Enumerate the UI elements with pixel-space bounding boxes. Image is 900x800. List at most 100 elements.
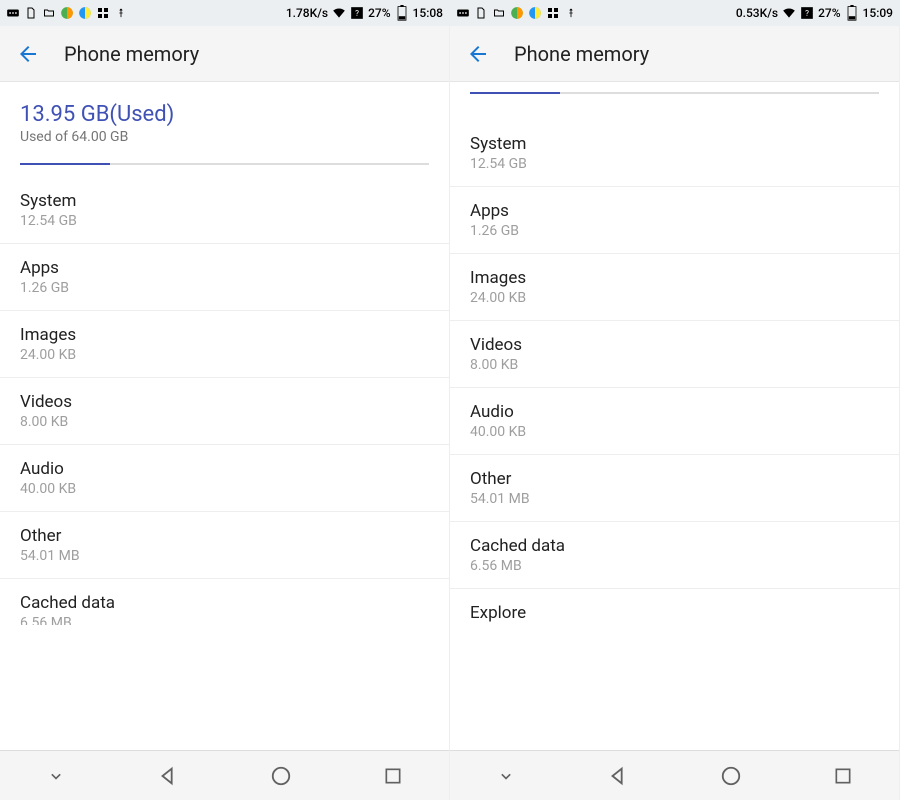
folder-icon: [42, 6, 56, 20]
grid-icon: [546, 6, 560, 20]
phone-right: 0.53K/s ? 27% 15:09 Phone memory: [450, 0, 900, 800]
nav-home-button[interactable]: [717, 762, 745, 790]
list-item-other[interactable]: Other 54.01 MB: [0, 511, 449, 578]
battery-icon: [395, 6, 409, 20]
category-list: System 12.54 GB Apps 1.26 GB Images 24.0…: [0, 177, 449, 639]
usage-bar-fill: [20, 163, 110, 165]
list-item-label: Videos: [20, 392, 429, 412]
list-item-value: 54.01 MB: [20, 548, 429, 564]
svg-text:?: ?: [805, 8, 809, 18]
list-item-label: System: [470, 134, 879, 154]
content[interactable]: System 12.54 GB Apps 1.26 GB Images 24.0…: [450, 82, 899, 750]
nav-recents-button[interactable]: [379, 762, 407, 790]
battery-pct: 27%: [818, 6, 840, 20]
app-bar: Phone memory: [450, 26, 899, 82]
list-item-value: 1.26 GB: [470, 223, 879, 239]
more-icon: [6, 6, 20, 20]
status-bar: 0.53K/s ? 27% 15:09: [450, 0, 899, 26]
back-button[interactable]: [466, 42, 490, 66]
list-item-cached-data[interactable]: Cached data 6.56 MB: [450, 521, 899, 588]
app-icon-2: [78, 6, 92, 20]
wifi-icon: [782, 6, 796, 20]
app-icon-2: [528, 6, 542, 20]
list-item-videos[interactable]: Videos 8.00 KB: [0, 377, 449, 444]
list-item-value: 8.00 KB: [20, 414, 429, 430]
nav-recents-button[interactable]: [829, 762, 857, 790]
list-item-value: 6.56 MB: [470, 558, 879, 574]
usage-bar: [470, 92, 879, 94]
more-icon: [456, 6, 470, 20]
list-item-label: Images: [470, 268, 879, 288]
nav-back-button[interactable]: [154, 762, 182, 790]
category-list: System 12.54 GB Apps 1.26 GB Images 24.0…: [450, 120, 899, 637]
list-item-label: Cached data: [20, 593, 429, 613]
list-item-system[interactable]: System 12.54 GB: [450, 120, 899, 186]
list-item-label: Videos: [470, 335, 879, 355]
list-item-other[interactable]: Other 54.01 MB: [450, 454, 899, 521]
list-item-audio[interactable]: Audio 40.00 KB: [0, 444, 449, 511]
list-item-value: 12.54 GB: [470, 156, 879, 172]
folder-icon: [492, 6, 506, 20]
back-button[interactable]: [16, 42, 40, 66]
list-item-label: Images: [20, 325, 429, 345]
nav-collapse-button[interactable]: [492, 762, 520, 790]
list-item-audio[interactable]: Audio 40.00 KB: [450, 387, 899, 454]
usage-bar-fill: [470, 92, 560, 94]
clock: 15:09: [863, 6, 893, 20]
list-item-images[interactable]: Images 24.00 KB: [0, 310, 449, 377]
phone-left: 1.78K/s ? 27% 15:08 Phone memory 13.95 G…: [0, 0, 450, 800]
list-item-value: 8.00 KB: [470, 357, 879, 373]
list-item-apps[interactable]: Apps 1.26 GB: [450, 186, 899, 253]
list-item-value: 54.01 MB: [470, 491, 879, 507]
net-speed: 0.53K/s: [736, 6, 778, 20]
battery-pct: 27%: [368, 6, 390, 20]
list-item-label: Audio: [470, 402, 879, 422]
nav-home-button[interactable]: [267, 762, 295, 790]
nav-collapse-button[interactable]: [42, 762, 70, 790]
grid-icon: [96, 6, 110, 20]
list-item-images[interactable]: Images 24.00 KB: [450, 253, 899, 320]
signal-unknown-icon: ?: [800, 6, 814, 20]
clock: 15:08: [413, 6, 443, 20]
battery-icon: [845, 6, 859, 20]
list-item-value: 6.56 MB: [20, 615, 429, 625]
signal-unknown-icon: ?: [350, 6, 364, 20]
list-item-label: Other: [20, 526, 429, 546]
wifi-icon: [332, 6, 346, 20]
sim-icon: [474, 6, 488, 20]
status-left-icons: [456, 6, 578, 20]
list-item-label: System: [20, 191, 429, 211]
app-icon-1: [510, 6, 524, 20]
list-item-value: 12.54 GB: [20, 213, 429, 229]
app-icon-1: [60, 6, 74, 20]
list-item-videos[interactable]: Videos 8.00 KB: [450, 320, 899, 387]
list-item-label: Cached data: [470, 536, 879, 556]
app-bar: Phone memory: [0, 26, 449, 82]
list-item-value: 1.26 GB: [20, 280, 429, 296]
total-label: Used of 64.00 GB: [20, 129, 429, 145]
list-item-explore[interactable]: Explore: [450, 588, 899, 637]
list-item-value: 24.00 KB: [20, 347, 429, 363]
usb-icon: [114, 6, 128, 20]
status-left-icons: [6, 6, 128, 20]
nav-back-button[interactable]: [604, 762, 632, 790]
list-item-cached-data[interactable]: Cached data 6.56 MB: [0, 578, 449, 639]
list-item-label: Other: [470, 469, 879, 489]
content[interactable]: 13.95 GB(Used) Used of 64.00 GB System 1…: [0, 82, 449, 750]
storage-summary: 13.95 GB(Used) Used of 64.00 GB: [0, 82, 449, 177]
list-item-apps[interactable]: Apps 1.26 GB: [0, 243, 449, 310]
net-speed: 1.78K/s: [286, 6, 328, 20]
usage-bar: [20, 163, 429, 165]
usb-icon: [564, 6, 578, 20]
page-title: Phone memory: [64, 42, 199, 66]
list-item-value: 40.00 KB: [20, 481, 429, 497]
list-item-value: 24.00 KB: [470, 290, 879, 306]
list-item-label: Audio: [20, 459, 429, 479]
nav-bar: [0, 750, 449, 800]
list-item-label: Explore: [470, 603, 879, 623]
status-right-icons: 1.78K/s ? 27% 15:08: [286, 6, 443, 20]
list-item-system[interactable]: System 12.54 GB: [0, 177, 449, 243]
page-title: Phone memory: [514, 42, 649, 66]
sim-icon: [24, 6, 38, 20]
status-bar: 1.78K/s ? 27% 15:08: [0, 0, 449, 26]
